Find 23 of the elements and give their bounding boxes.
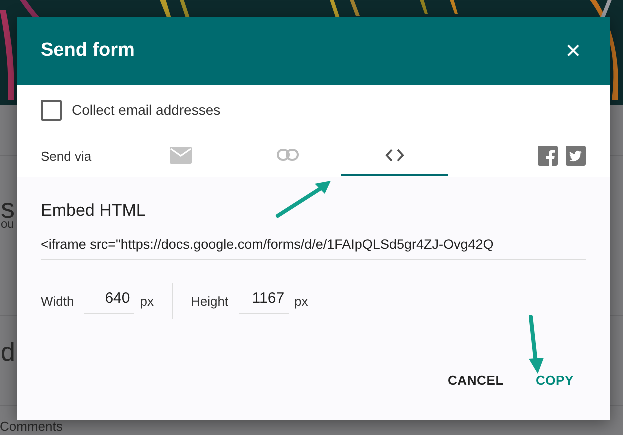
link-icon bbox=[276, 149, 298, 161]
envelope-icon bbox=[170, 146, 192, 164]
page-text: Comments bbox=[0, 419, 63, 434]
page-text: ou bbox=[1, 217, 14, 231]
send-via-label: Send via bbox=[41, 148, 93, 164]
width-field[interactable]: 640 bbox=[84, 288, 134, 314]
section-heading: Embed HTML bbox=[41, 201, 147, 221]
unit-label: px bbox=[294, 294, 308, 308]
code-icon bbox=[384, 148, 404, 162]
twitter-icon[interactable] bbox=[566, 146, 586, 166]
field-label: Width bbox=[41, 294, 74, 308]
unit-label: px bbox=[140, 294, 154, 308]
dialog-title: Send form bbox=[41, 40, 135, 62]
embed-code-field[interactable]: <iframe src="https://docs.google.com/forms/d/e/1FAIpQLSd5gr4ZJ-Ovg42Q bbox=[41, 233, 586, 260]
height-field[interactable]: 1167 bbox=[238, 288, 289, 314]
cancel-button[interactable]: CANCEL bbox=[436, 365, 516, 396]
checkbox-label: Collect email addresses bbox=[72, 102, 221, 118]
copy-button[interactable]: COPY bbox=[524, 365, 586, 396]
facebook-icon[interactable] bbox=[538, 146, 558, 166]
checkbox[interactable] bbox=[41, 100, 62, 120]
close-button[interactable]: ✕ bbox=[561, 34, 586, 68]
field-label: Height bbox=[190, 294, 229, 308]
page-text: d bbox=[1, 337, 16, 368]
